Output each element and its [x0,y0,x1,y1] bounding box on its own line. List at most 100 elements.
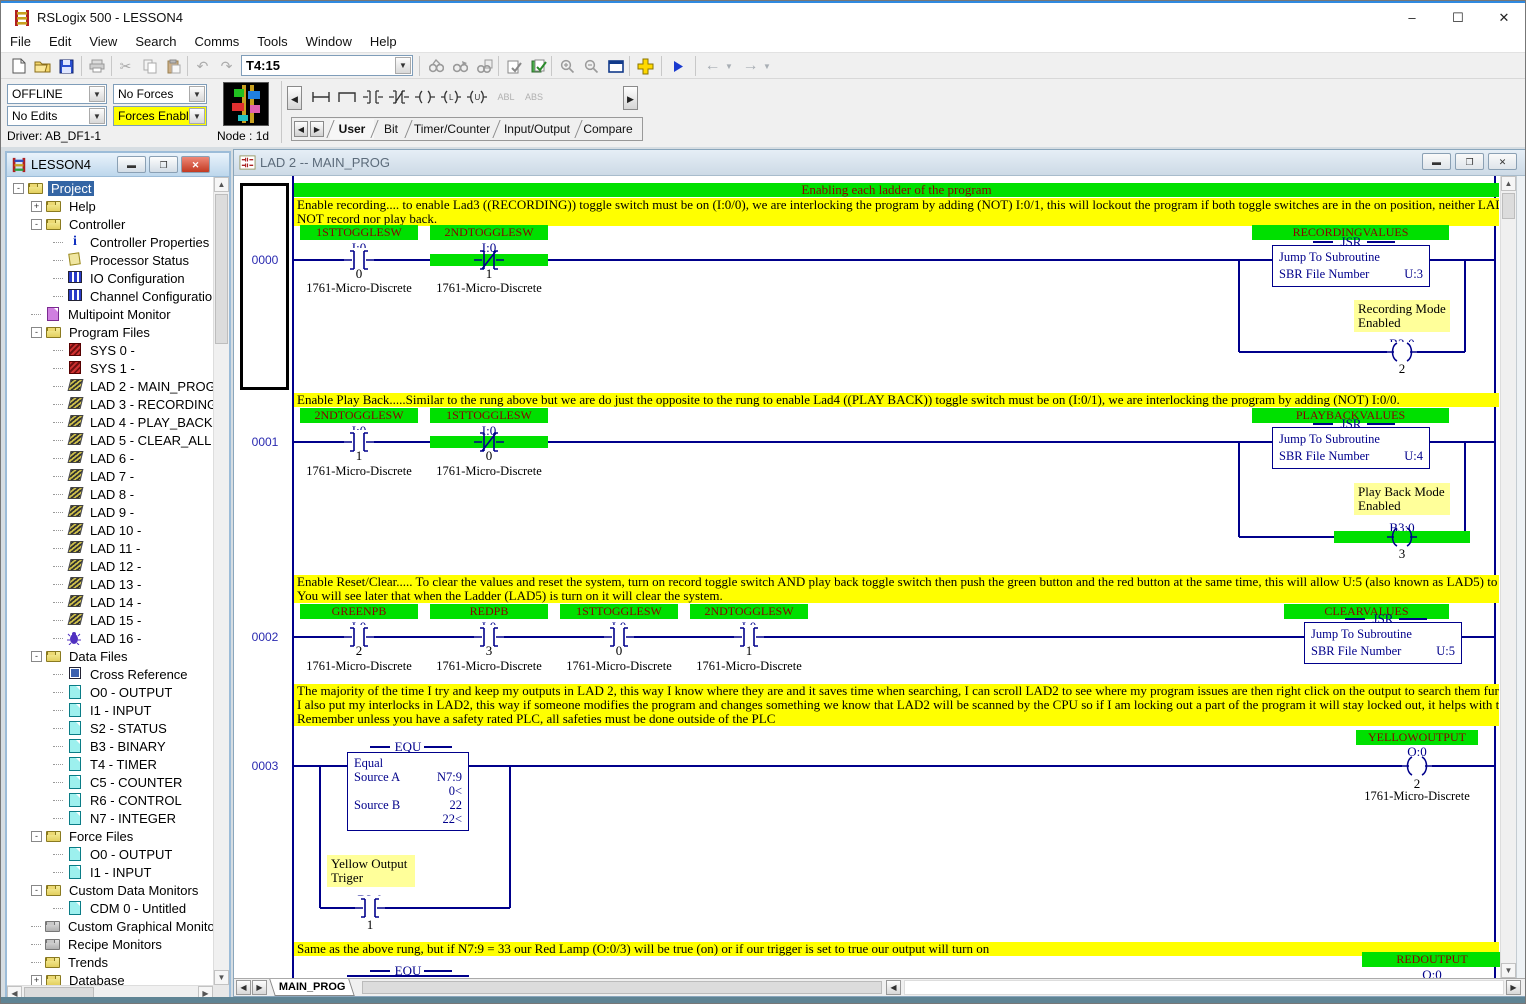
zoom-out-button[interactable] [580,55,603,77]
tree-item-lad-8-[interactable]: LAD 8 - [53,485,213,503]
mode-dropdown-arrow[interactable]: ▼ [89,86,105,102]
forces-dropdown-arrow[interactable]: ▼ [189,86,205,102]
tree-item-lad-5-clear-all[interactable]: LAD 5 - CLEAR_ALL [53,431,213,449]
symbol-label[interactable]: 1STTOGGLESW [430,408,548,423]
edits-dropdown[interactable]: No Edits▼ [7,106,107,126]
xio-contact-icon[interactable] [387,88,411,106]
new-file-button[interactable] [7,55,30,77]
expand-icon[interactable]: + [31,975,42,986]
tree-item-t4-timer[interactable]: T4 - TIMER [53,755,213,773]
forces-dropdown[interactable]: No Forces▼ [113,84,207,104]
ladder-hscroll-right[interactable]: ▶ [1506,980,1521,995]
symbol-label[interactable]: 1STTOGGLESW [560,604,678,619]
verify-project-button[interactable] [527,55,550,77]
palette-tab-user[interactable]: User [330,119,374,139]
tree-item-sys-1-[interactable]: SYS 1 - [53,359,213,377]
menu-tools[interactable]: Tools [248,31,296,52]
ladder-hscroll-thumb[interactable] [362,981,882,994]
tree-item-trends[interactable]: Trends [31,953,213,971]
collapse-icon[interactable]: - [13,183,24,194]
cut-button[interactable]: ✂ [114,55,137,77]
symbol-label[interactable]: REDPB [430,604,548,619]
rung-number[interactable]: 0003 [238,759,292,773]
find-next-button[interactable] [449,55,472,77]
tree-item-database[interactable]: +Database [31,971,213,985]
undo-button[interactable]: ↶ [191,55,214,77]
rung-number[interactable]: 0002 [238,630,292,644]
jsr-instruction-box[interactable]: Jump To SubroutineSBR File NumberU:3 [1272,245,1430,287]
new-component-button[interactable] [634,55,657,77]
symbol-label[interactable]: YELLOWOUTPUT [1356,730,1478,745]
tree-item-r6-control[interactable]: R6 - CONTROL [53,791,213,809]
forces-enabled-dropdown[interactable]: Forces Enabled▼ [113,106,207,126]
symbol-label[interactable]: GREENPB [300,604,418,619]
tree-item-sys-0-[interactable]: SYS 0 - [53,341,213,359]
expand-icon[interactable]: + [31,201,42,212]
tree-restore-button[interactable]: ❐ [149,156,178,173]
menu-help[interactable]: Help [361,31,406,52]
collapse-icon[interactable]: - [31,327,42,338]
tree-item-lad-7-[interactable]: LAD 7 - [53,467,213,485]
palette-scroll-left[interactable]: ◀ [287,86,302,110]
ladder-minimize-button[interactable]: ▬ [1422,153,1451,170]
new-rung-icon[interactable] [309,88,333,106]
ote-coil[interactable] [1387,342,1417,362]
run-button[interactable] [667,55,690,77]
redo-button[interactable]: ↷ [215,55,238,77]
tree-item-lad-13-[interactable]: LAD 13 - [53,575,213,593]
collapse-icon[interactable]: - [31,885,42,896]
equ-instruction-box[interactable]: EqualSource AN7:90<Source B2222< [347,752,469,831]
ladder-restore-button[interactable]: ❐ [1455,153,1484,170]
tree-item-lad-16-[interactable]: LAD 16 - [53,629,213,647]
menu-comms[interactable]: Comms [186,31,249,52]
tree-item-lad-9-[interactable]: LAD 9 - [53,503,213,521]
tree-item-lad-2-main-prog[interactable]: LAD 2 - MAIN_PROG [53,377,213,395]
tree-item-b3-binary[interactable]: B3 - BINARY [53,737,213,755]
open-file-button[interactable] [31,55,54,77]
paste-button[interactable] [162,55,185,77]
print-button[interactable] [85,55,108,77]
address-combobox[interactable]: T4:15 ▼ [241,55,413,76]
palette-tab-bit[interactable]: Bit [374,119,408,139]
rung-number[interactable]: 0001 [238,435,292,449]
tab-main-prog[interactable]: MAIN_PROG [269,979,355,996]
palette-scroll-right[interactable]: ▶ [623,86,638,110]
menu-search[interactable]: Search [126,31,185,52]
symbol-label[interactable]: 1STTOGGLESW [300,225,418,240]
rung-number[interactable]: 0000 [238,253,292,267]
rung-comment[interactable]: Enable Reset/Clear..... To clear the val… [294,575,1499,589]
tree-item-custom-data-monitors[interactable]: -Custom Data Monitors [31,881,213,899]
collapse-icon[interactable]: - [31,651,42,662]
tree-item-lad-6-[interactable]: LAD 6 - [53,449,213,467]
tree-item-lad-3-recording[interactable]: LAD 3 - RECORDING [53,395,213,413]
menu-window[interactable]: Window [297,31,361,52]
rung-comment[interactable]: I also put my interlocks in LAD2, this w… [294,698,1499,712]
minimize-button[interactable]: – [1389,3,1435,32]
nav-forward-dropdown[interactable]: ▼ [761,55,773,77]
tree-close-button[interactable]: ✕ [181,156,210,173]
tree-item-project[interactable]: -Project [13,179,213,197]
rung-comment[interactable]: You will see later that when the Ladder … [294,589,1499,603]
tree-item-processor-status[interactable]: Processor Status [53,251,213,269]
tree-item-custom-graphical-monitors[interactable]: Custom Graphical Monitors [31,917,213,935]
tree-item-io-configuration[interactable]: IO Configuration [53,269,213,287]
ladder-tab-scroll-left[interactable]: ◀ [236,980,251,995]
tree-item-lad-15-[interactable]: LAD 15 - [53,611,213,629]
palette-tab-timer-counter[interactable]: Timer/Counter [408,119,496,139]
tree-item-cdm-0-untitled[interactable]: CDM 0 - Untitled [53,899,213,917]
palette-tabs-left[interactable]: ◀ [294,121,308,137]
menu-edit[interactable]: Edit [40,31,80,52]
edits-dropdown-arrow[interactable]: ▼ [89,108,105,124]
rung-comment[interactable]: NOT record nor play back. [294,212,1499,226]
collapse-icon[interactable]: - [31,219,42,230]
jsr-instruction-box[interactable]: Jump To SubroutineSBR File NumberU:5 [1304,622,1462,664]
rung-comment[interactable]: Remember unless you have a safety rated … [294,712,1499,726]
tree-item-multipoint-monitor[interactable]: Multipoint Monitor [31,305,213,323]
verify-file-button[interactable] [503,55,526,77]
ladder-vscrollbar[interactable]: ▲ ▼ [1500,176,1516,978]
tree-item-cross-reference[interactable]: Cross Reference [53,665,213,683]
tree-item-controller-properties[interactable]: iController Properties [53,233,213,251]
jsr-instruction-box[interactable]: Jump To SubroutineSBR File NumberU:4 [1272,427,1430,469]
rung-comment[interactable]: The majority of the time I try and keep … [294,684,1499,698]
copy-button[interactable] [138,55,161,77]
